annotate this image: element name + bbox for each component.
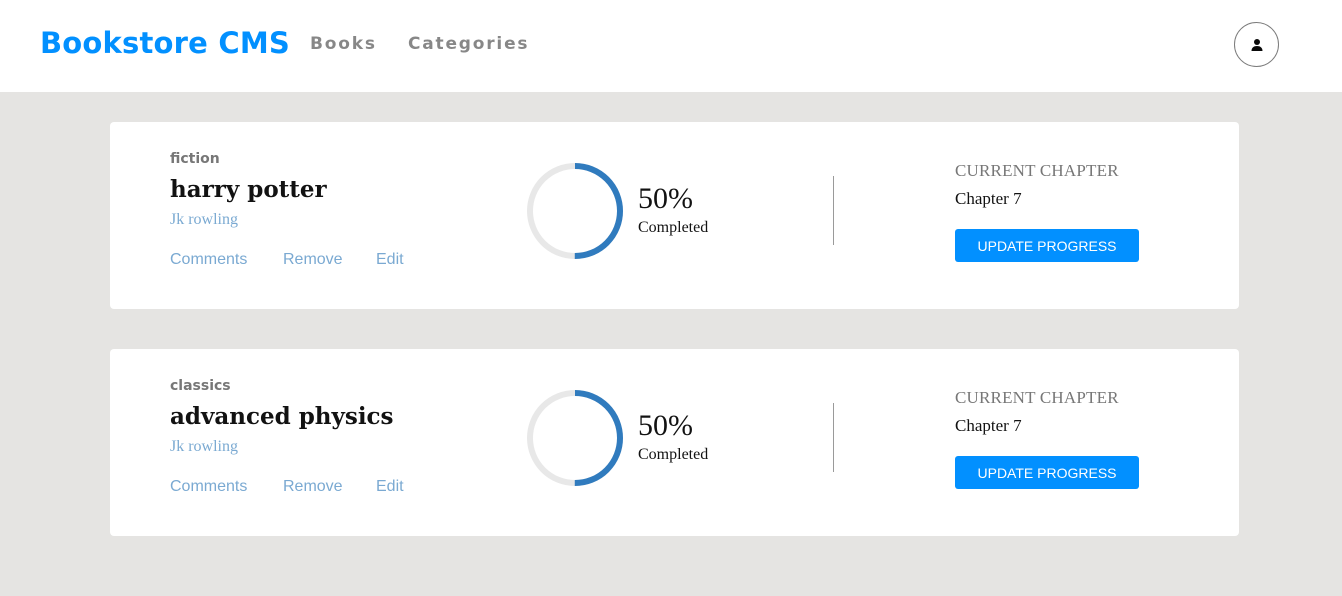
update-progress-button[interactable]: UPDATE PROGRESS [955,456,1139,489]
comments-button[interactable]: Comments [170,251,247,269]
book-card: classics advanced physics Jk rowling Com… [110,349,1239,536]
book-title: harry potter [170,176,327,203]
remove-button[interactable]: Remove [283,478,343,496]
book-category: fiction [170,151,220,167]
current-chapter-value: Chapter 7 [955,416,1022,435]
edit-button[interactable]: Edit [376,251,404,269]
book-card: fiction harry potter Jk rowling Comments… [110,122,1239,309]
user-avatar-button[interactable] [1234,22,1279,67]
current-chapter-label: CURRENT CHAPTER [955,388,1119,407]
book-author: Jk rowling [170,211,238,228]
book-category: classics [170,378,231,394]
current-chapter-label: CURRENT CHAPTER [955,161,1119,180]
progress-percent: 50% [638,182,693,215]
progress-completed-label: Completed [638,446,709,463]
nav-categories[interactable]: Categories [408,34,529,54]
comments-button[interactable]: Comments [170,478,247,496]
current-chapter-value: Chapter 7 [955,189,1022,208]
user-icon [1251,38,1262,51]
book-author: Jk rowling [170,438,238,455]
remove-button[interactable]: Remove [283,251,343,269]
progress-ring [527,163,623,259]
brand-logo[interactable]: Bookstore CMS [40,26,290,60]
app-header: Bookstore CMS Books Categories [0,0,1342,92]
progress-completed-label: Completed [638,219,709,236]
nav-books[interactable]: Books [310,34,377,54]
progress-ring [527,390,623,486]
vertical-divider [833,403,834,472]
update-progress-button[interactable]: UPDATE PROGRESS [955,229,1139,262]
vertical-divider [833,176,834,245]
edit-button[interactable]: Edit [376,478,404,496]
progress-percent: 50% [638,409,693,442]
book-title: advanced physics [170,403,394,430]
